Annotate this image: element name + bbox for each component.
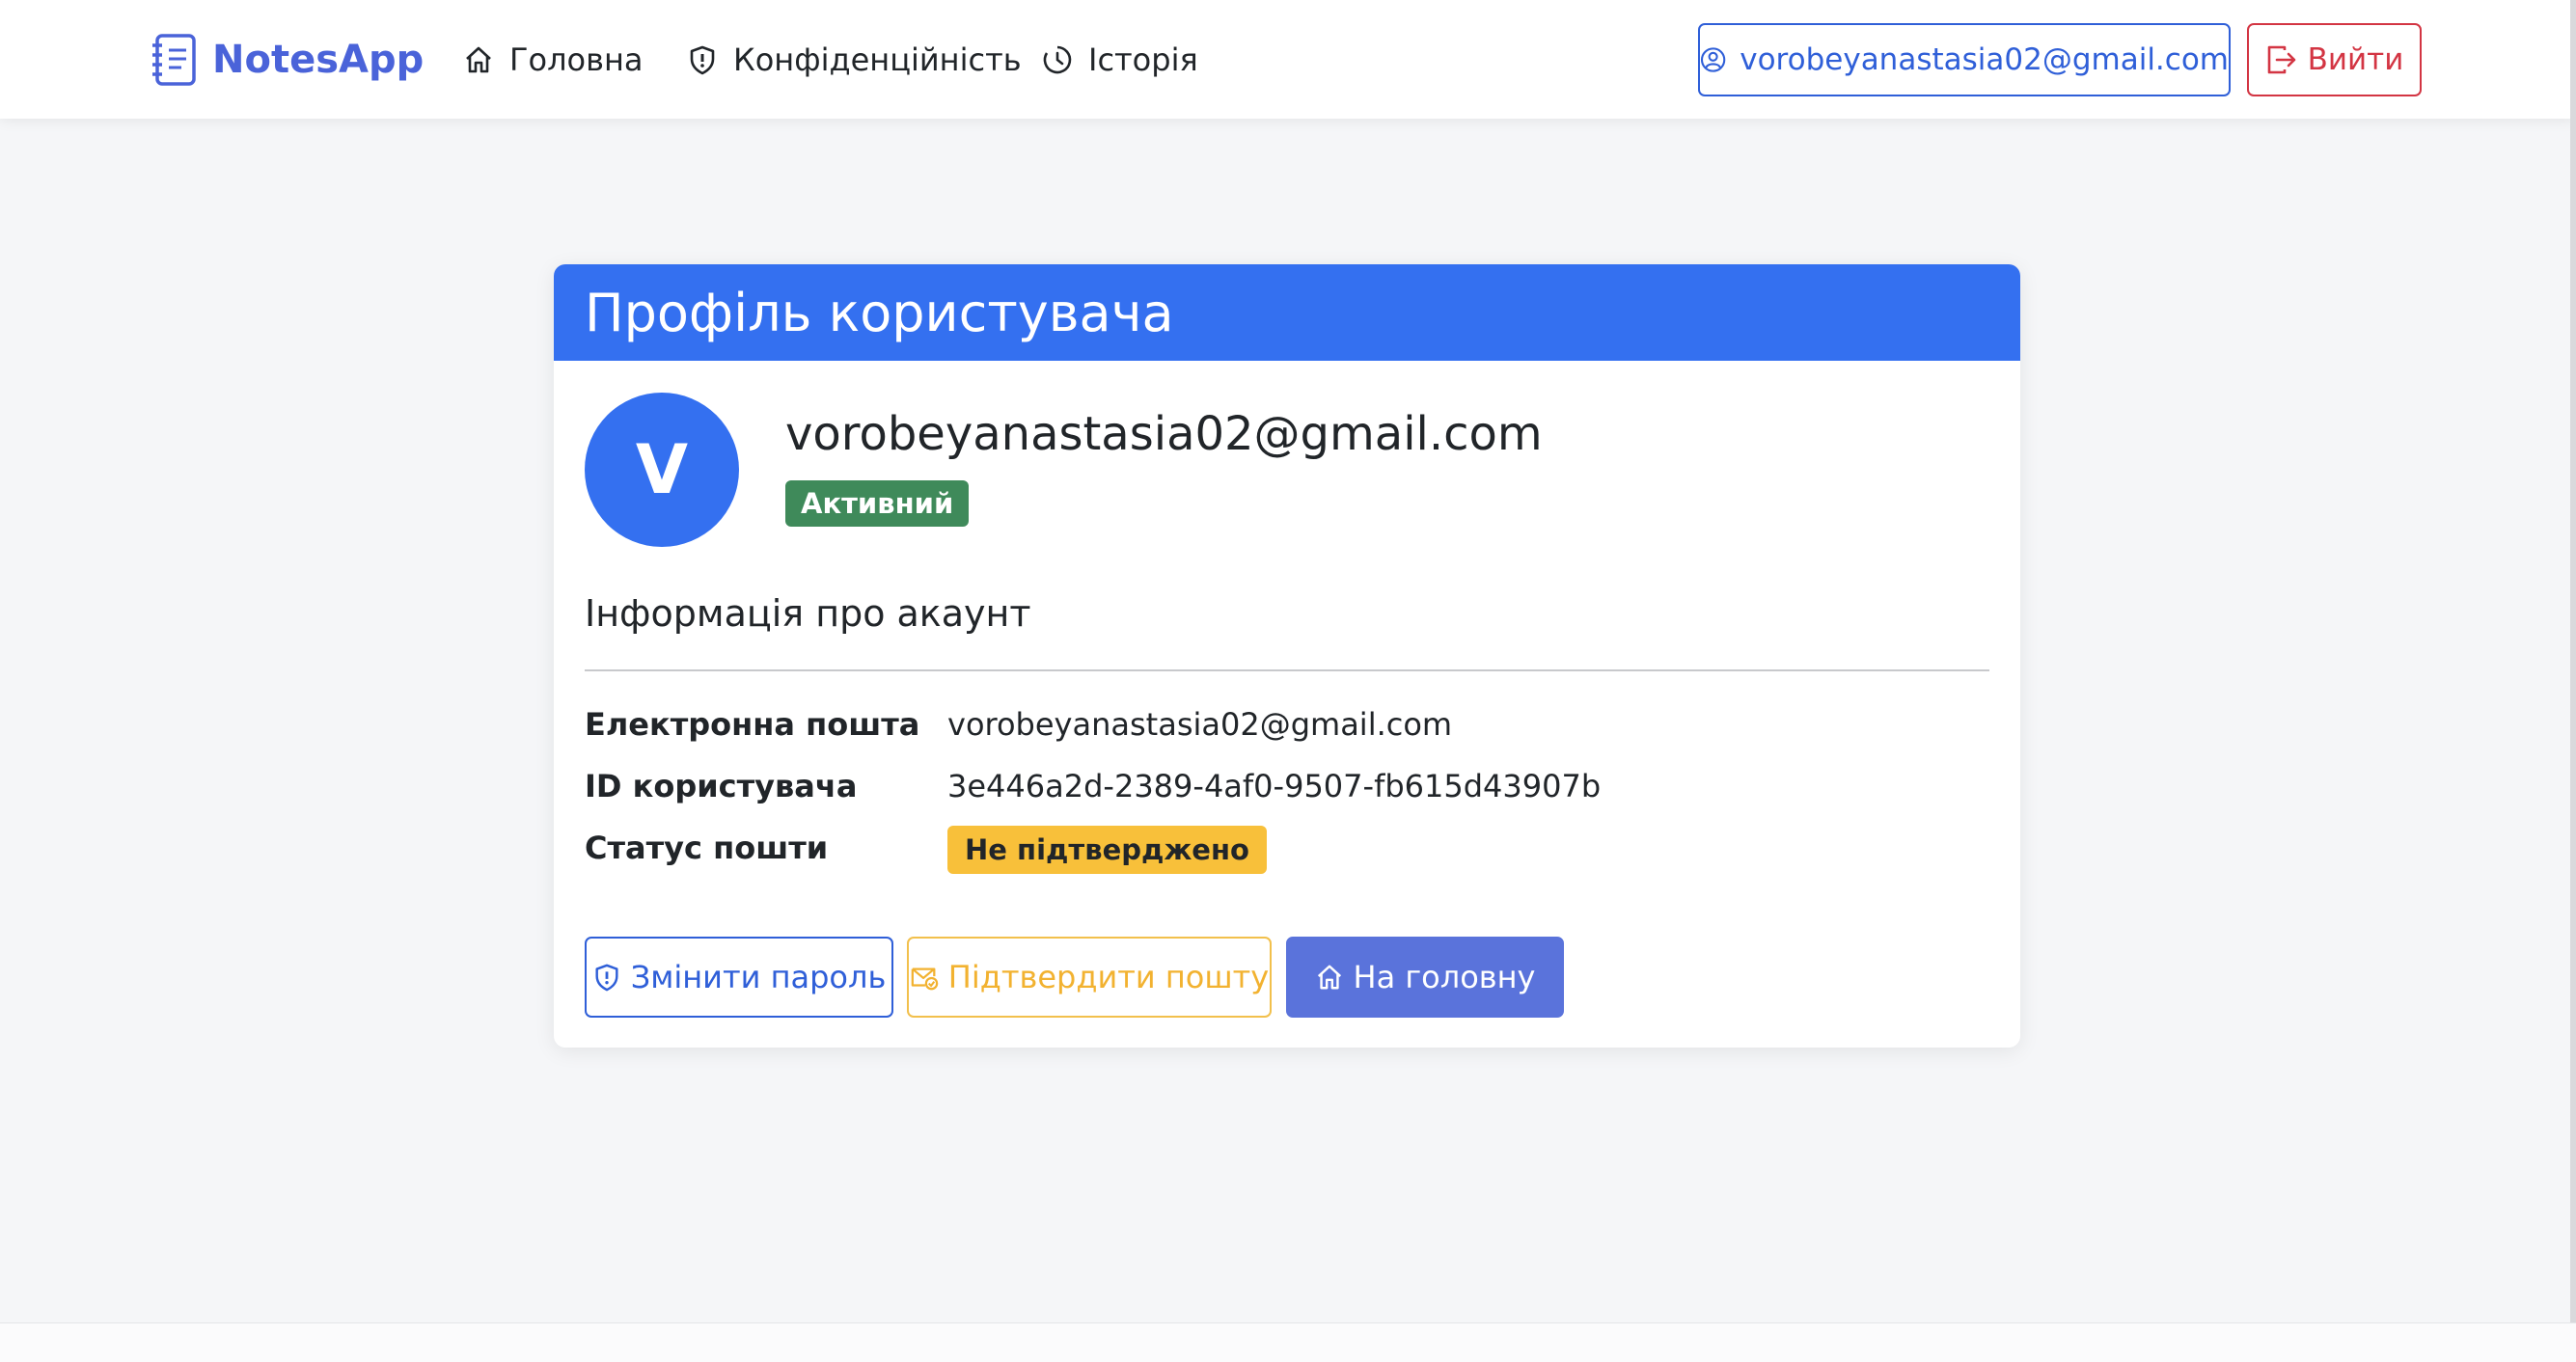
logout-icon — [2267, 45, 2295, 74]
nav-link-home[interactable]: Головна — [463, 35, 644, 85]
nav-link-history[interactable]: Історія — [1042, 35, 1198, 85]
logout-button[interactable]: Вийти — [2247, 23, 2422, 96]
email-status-badge: Не підтверджено — [947, 826, 1267, 874]
user-account-label: vorobeyanastasia02@gmail.com — [1740, 42, 2229, 77]
change-password-button[interactable]: Змінити пароль — [585, 937, 893, 1018]
go-home-button[interactable]: На головну — [1286, 937, 1564, 1018]
info-value-user-id: 3e446a2d-2389-4af0-9507-fb615d43907b — [947, 768, 1602, 804]
verify-email-label: Підтвердити пошту — [947, 959, 1270, 995]
info-label-email: Електронна пошта — [585, 706, 920, 743]
go-home-label: На головну — [1353, 959, 1536, 995]
nav-link-home-label: Головна — [509, 41, 644, 78]
scrollbar[interactable] — [2570, 0, 2576, 1322]
account-info-heading: Інформація про акаунт — [585, 592, 1031, 635]
user-circle-icon — [1700, 47, 1726, 72]
top-navbar: NotesApp Головна Конфіденційність Історі… — [0, 0, 2576, 119]
brand-name: NotesApp — [212, 38, 425, 82]
clock-icon — [1043, 45, 1072, 74]
shield-icon — [595, 964, 618, 992]
change-password-label: Змінити пароль — [630, 959, 887, 995]
user-account-button[interactable]: vorobeyanastasia02@gmail.com — [1698, 23, 2231, 96]
account-status-badge: Активний — [785, 480, 970, 527]
notebook-icon — [152, 34, 196, 86]
shield-icon — [690, 45, 715, 75]
info-label-user-id: ID користувача — [585, 768, 858, 804]
brand-link[interactable]: NotesApp — [151, 33, 424, 87]
verify-email-button[interactable]: Підтвердити пошту — [907, 937, 1272, 1018]
nav-link-privacy-label: Конфіденційність — [733, 41, 1022, 78]
home-icon — [1317, 965, 1341, 990]
avatar: V — [585, 393, 739, 547]
card-header: Профіль користувача — [554, 264, 2020, 361]
home-icon — [466, 46, 491, 73]
profile-card: Профіль користувача V vorobeyanastasia02… — [554, 264, 2020, 1048]
nav-link-history-label: Історія — [1088, 41, 1198, 78]
envelope-check-icon — [911, 967, 939, 991]
nav-link-privacy[interactable]: Конфіденційність — [687, 35, 1022, 85]
divider — [585, 669, 1989, 671]
card-title: Профіль користувача — [585, 282, 1174, 343]
profile-email: vorobeyanastasia02@gmail.com — [785, 407, 1543, 461]
footer — [0, 1322, 2576, 1362]
logout-label: Вийти — [2307, 42, 2404, 77]
info-value-email: vorobeyanastasia02@gmail.com — [947, 706, 1453, 743]
info-label-email-status: Статус пошти — [585, 830, 829, 866]
avatar-letter: V — [635, 430, 689, 509]
